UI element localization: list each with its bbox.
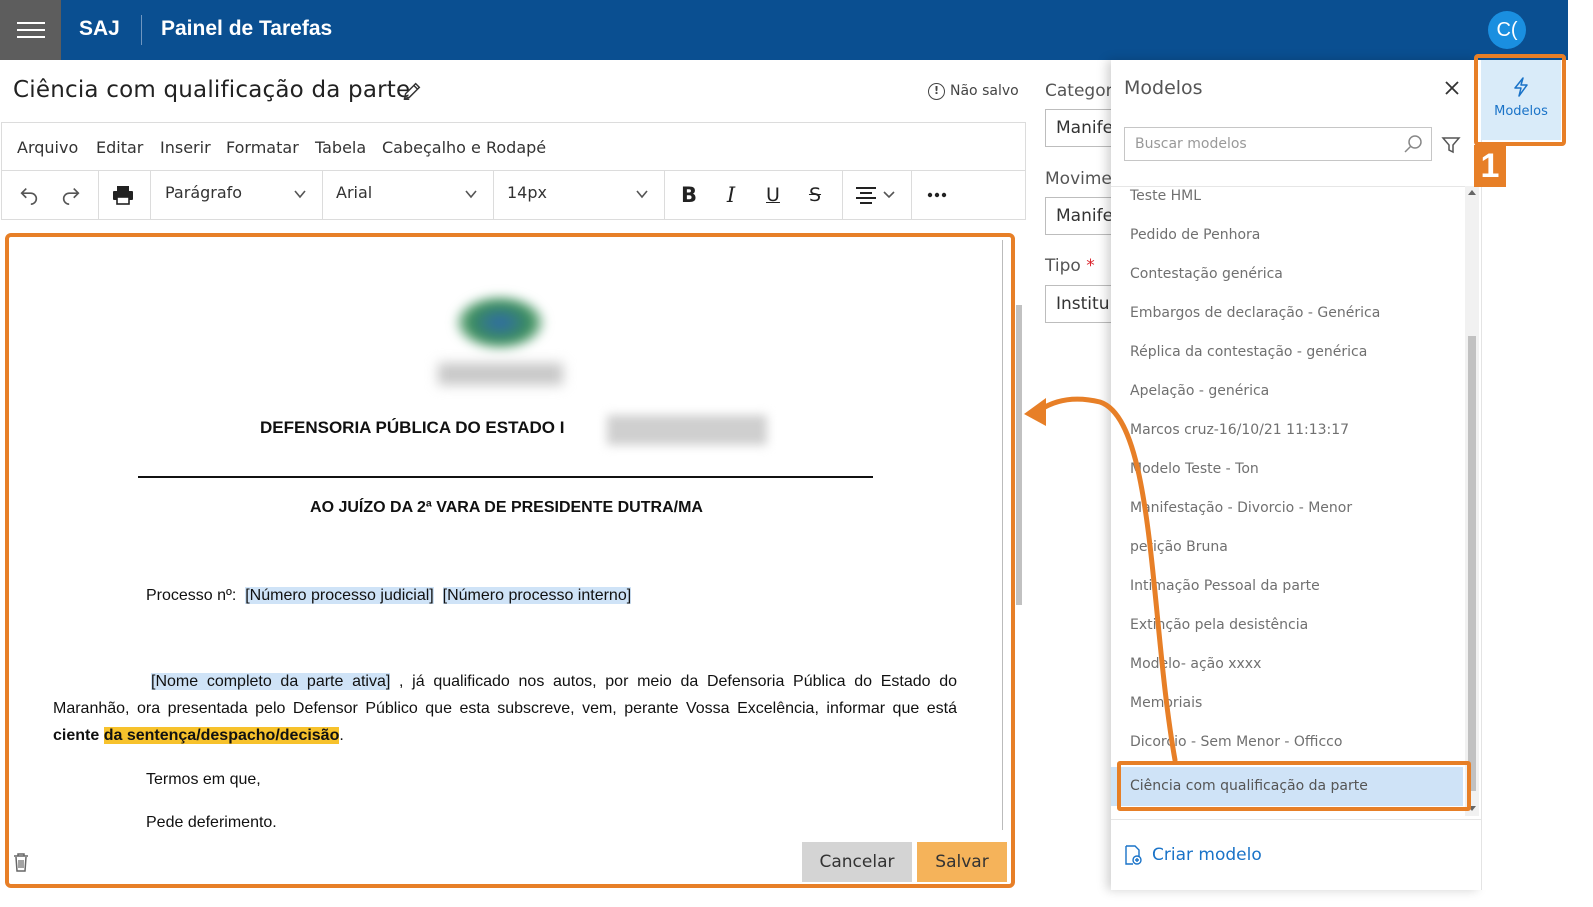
document-title: Ciência com qualificação da parte	[13, 77, 411, 103]
list-item[interactable]: Apelação - genérica	[1111, 372, 1463, 411]
redo-icon	[62, 187, 80, 205]
search-icon[interactable]	[1403, 134, 1423, 154]
editor-menubar: Arquivo Editar Inserir Formatar Tabela C…	[1, 122, 1026, 170]
models-list: Teste HML Pedido de Penhora Contestação …	[1111, 186, 1481, 816]
chevron-down-icon[interactable]	[635, 187, 649, 201]
pencil-icon[interactable]	[401, 80, 423, 102]
redo-button[interactable]	[58, 182, 84, 208]
user-avatar[interactable]: C(	[1488, 11, 1526, 49]
add-document-icon	[1125, 845, 1142, 865]
step-highlight-frame	[1474, 54, 1566, 146]
menu-cabecalho-rodape[interactable]: Cabeçalho e Rodapé	[382, 138, 546, 157]
bold-button[interactable]: B	[676, 182, 702, 208]
search-box	[1124, 127, 1432, 161]
list-scrollbar[interactable]	[1465, 186, 1479, 816]
step-badge: 1	[1474, 145, 1506, 187]
align-center-icon	[856, 187, 895, 204]
more-button[interactable]	[924, 182, 950, 208]
app-title: Painel de Tarefas	[161, 17, 333, 40]
list-item[interactable]: Extinção pela desistência	[1111, 606, 1463, 645]
font-family-select[interactable]: Arial	[336, 183, 372, 202]
list-item[interactable]: Dicorcio - Sem Menor - Officco	[1111, 723, 1463, 762]
menu-tabela[interactable]: Tabela	[315, 138, 366, 157]
block-format-select[interactable]: Parágrafo	[165, 183, 242, 202]
underline-icon: U	[766, 184, 780, 206]
list-item[interactable]: Pedido de Penhora	[1111, 216, 1463, 255]
hamburger-icon	[17, 22, 45, 24]
movement-label: Movimer	[1045, 169, 1119, 189]
list-item[interactable]: Modelo- ação xxxx	[1111, 645, 1463, 684]
save-status: ! Não salvo	[928, 80, 1019, 102]
category-label: Categori	[1045, 81, 1118, 101]
more-horizontal-icon	[927, 192, 947, 198]
list-item[interactable]: Marcos cruz-16/10/21 11:13:17	[1111, 411, 1463, 450]
top-bar: SAJ Painel de Tarefas C(	[0, 0, 1568, 60]
filter-icon[interactable]	[1441, 135, 1461, 155]
list-item[interactable]: Manifestação - Divorcio - Menor	[1111, 489, 1463, 528]
menu-formatar[interactable]: Formatar	[226, 138, 299, 157]
list-item[interactable]: Embargos de declaração - Genérica	[1111, 294, 1463, 333]
editor-toolbar: Parágrafo Arial 14px B I U S	[1, 170, 1026, 220]
menu-editar[interactable]: Editar	[96, 138, 143, 157]
strikethrough-button[interactable]: S	[802, 182, 828, 208]
brand-logo[interactable]: SAJ	[79, 17, 120, 41]
bold-icon: B	[680, 183, 697, 207]
list-item[interactable]: Memoriais	[1111, 684, 1463, 723]
undo-icon	[20, 187, 38, 205]
menu-inserir[interactable]: Inserir	[160, 138, 211, 157]
list-item[interactable]: Contestação genérica	[1111, 255, 1463, 294]
menu-arquivo[interactable]: Arquivo	[17, 138, 78, 157]
italic-icon: I	[726, 183, 736, 207]
list-item[interactable]: Réplica da contestação - genérica	[1111, 333, 1463, 372]
brand-divider	[141, 15, 142, 45]
list-item[interactable]: Teste HML	[1111, 187, 1463, 216]
underline-button[interactable]: U	[760, 182, 786, 208]
scroll-up-arrow[interactable]	[1468, 190, 1476, 195]
list-item[interactable]: Intimação Pessoal da parte	[1111, 567, 1463, 606]
create-model-link[interactable]: Criar modelo	[1124, 845, 1262, 865]
chevron-down-icon[interactable]	[293, 187, 307, 201]
strikethrough-icon: S	[808, 184, 822, 206]
type-label: Tipo *	[1045, 256, 1095, 276]
save-status-text: Não salvo	[950, 83, 1019, 99]
selected-item-highlight	[1117, 761, 1471, 811]
cancel-button[interactable]: Cancelar	[802, 842, 912, 882]
print-button[interactable]	[110, 182, 136, 208]
hamburger-menu-button[interactable]	[0, 0, 61, 60]
search-input[interactable]	[1125, 128, 1395, 160]
trash-icon[interactable]	[12, 852, 30, 872]
align-button[interactable]	[854, 182, 900, 208]
info-icon: !	[928, 82, 945, 100]
close-icon[interactable]	[1441, 77, 1463, 99]
font-size-select[interactable]: 14px	[507, 183, 547, 202]
list-item[interactable]: Modelo Teste - Ton	[1111, 450, 1463, 489]
italic-button[interactable]: I	[718, 182, 744, 208]
chevron-down-icon[interactable]	[464, 187, 478, 201]
editor-scrollbar[interactable]	[1015, 225, 1023, 825]
print-icon	[113, 186, 133, 205]
panel-title: Modelos	[1124, 77, 1203, 99]
list-item[interactable]: petição Bruna	[1111, 528, 1463, 567]
undo-button[interactable]	[16, 182, 42, 208]
save-button[interactable]: Salvar	[917, 842, 1007, 882]
editor-highlight-frame	[5, 233, 1015, 888]
